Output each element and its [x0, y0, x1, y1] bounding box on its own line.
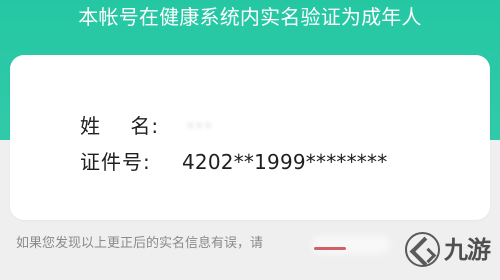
name-value: ••• [186, 117, 213, 135]
brand-logo-text: 九游 [444, 235, 491, 264]
name-label: 姓 名: [80, 114, 160, 138]
brand-logo-icon [405, 232, 440, 267]
link-underline-mark [314, 247, 346, 250]
id-number-row: 证件号: 4202**1999******** [80, 148, 387, 176]
screen: 本帐号在健康系统内实名验证为成年人 姓 名: ••• 证件号: 4202**19… [0, 0, 500, 280]
verification-title: 本帐号在健康系统内实名验证为成年人 [78, 5, 422, 29]
blurred-link-area[interactable] [312, 236, 390, 254]
id-number-value: 4202**1999******** [182, 150, 388, 174]
name-row: 姓 名: ••• [80, 112, 213, 140]
id-number-label: 证件号: [80, 150, 151, 174]
brand-logo: 九游 [405, 232, 491, 267]
identity-card: 姓 名: ••• 证件号: 4202**1999******** [10, 55, 490, 220]
correction-hint: 如果您发现以上更正后的实名信息有误，请 [16, 236, 264, 251]
